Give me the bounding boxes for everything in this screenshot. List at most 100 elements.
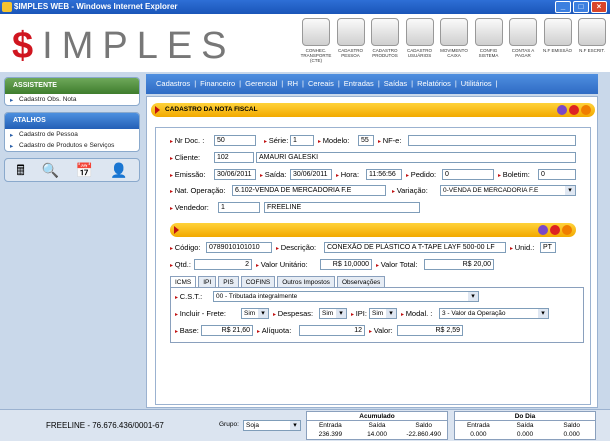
toolbar-button-5[interactable]: CONFIG SISTEMA	[473, 18, 505, 70]
minimize-button[interactable]: _	[555, 1, 571, 13]
boletim-label: Boletim:	[498, 170, 530, 179]
toolbar-button-6[interactable]: CONTAS A PAGAR	[507, 18, 539, 70]
valor-unitario-input[interactable]: R$ 10,0000	[320, 259, 372, 270]
invoice-icon	[543, 18, 572, 46]
vendedor-label: Vendedor:	[170, 203, 209, 212]
menu-item[interactable]: Cereais	[308, 79, 334, 88]
ie-icon	[2, 2, 12, 12]
tax-tabs: ICMS IPI PIS COFINS Outros Impostos Obse…	[170, 276, 386, 287]
qtd-input[interactable]: 2	[194, 259, 252, 270]
boletim-input[interactable]: 0	[538, 169, 576, 180]
modal-select[interactable]: 3 - Valor da Operação	[439, 308, 549, 319]
cst-select[interactable]: 00 - Tributada integralmente	[213, 291, 479, 302]
cliente-code-input[interactable]: 102	[214, 152, 254, 163]
sidebar-item-cadastro-obs-nota[interactable]: Cadastro Obs. Nota	[5, 94, 139, 105]
despesas-select[interactable]: Sim	[319, 308, 347, 319]
box-icon	[371, 18, 399, 46]
serie-input[interactable]: 1	[290, 135, 314, 146]
toolbar-button-2[interactable]: CADASTRO PRODUTOS	[369, 18, 401, 70]
window-title: $IMPLES WEB - Windows Internet Explorer	[14, 2, 178, 11]
up-icon[interactable]	[557, 105, 567, 115]
hora-input[interactable]: 11:56:56	[366, 169, 402, 180]
calculator-icon[interactable]: 🖩	[16, 162, 24, 178]
menu-item[interactable]: RH	[287, 79, 298, 88]
aliquota-input[interactable]: 12	[299, 325, 365, 336]
menu-separator: |	[239, 79, 242, 88]
sidebar: ASSISTENTE Cadastro Obs. Nota ATALHOS Ca…	[4, 77, 140, 182]
valor-input[interactable]: R$ 2,59	[397, 325, 463, 336]
toolbar-button-0[interactable]: CONHEC. TRANSPORTE (CTE)	[300, 18, 332, 70]
variacao-select[interactable]: 0-VENDA DE MERCADORIA F.E	[440, 185, 576, 196]
unid-input[interactable]: PT	[540, 242, 556, 253]
calendar-icon[interactable]: 📅	[76, 162, 93, 178]
menu-item[interactable]: Gerencial	[245, 79, 277, 88]
descricao-input[interactable]: CONEXÃO DE PLÁSTICO A T-TAPE LAYF 500-00…	[324, 242, 506, 253]
tab-cofins[interactable]: COFINS	[240, 276, 276, 287]
item-close-icon[interactable]	[550, 225, 560, 235]
menu-item[interactable]: Utilitários	[461, 79, 492, 88]
valor-total-label: Valor Total:	[376, 260, 418, 269]
cliente-name-input[interactable]: AMAURI GALESKI	[256, 152, 576, 163]
grupo-select[interactable]: Soja	[243, 420, 301, 431]
section-header: CADASTRO DA NOTA FISCAL	[151, 103, 595, 117]
vendedor-name-input[interactable]: FREELINE	[264, 202, 420, 213]
toolbar-button-4[interactable]: MOVIMENTO CAIXA	[438, 18, 470, 70]
menu-separator: |	[302, 79, 304, 88]
vendedor-code-input[interactable]: 1	[218, 202, 260, 213]
modelo-input[interactable]: 55	[358, 135, 374, 146]
tab-icms[interactable]: ICMS	[170, 276, 197, 287]
tab-outros-impostos[interactable]: Outros Impostos	[277, 276, 335, 287]
base-input[interactable]: R$ 21,60	[201, 325, 253, 336]
close-icon[interactable]	[569, 105, 579, 115]
menu-item[interactable]: Entradas	[344, 79, 374, 88]
toolbar-button-1[interactable]: CADASTRO PESSOA	[335, 18, 367, 70]
item-up-icon[interactable]	[538, 225, 548, 235]
back-icon[interactable]	[581, 105, 591, 115]
nfe-input[interactable]	[408, 135, 576, 146]
pedido-input[interactable]: 0	[442, 169, 494, 180]
menu-item[interactable]: Relatórios	[417, 79, 451, 88]
panel-assistente-title: ASSISTENTE	[5, 78, 139, 94]
window-titlebar: $IMPLES WEB - Windows Internet Explorer …	[0, 0, 610, 14]
codigo-input[interactable]: 0789010101010	[206, 242, 272, 253]
toolbar-label: MOVIMENTO CAIXA	[440, 48, 468, 58]
toolbar-button-7[interactable]: N.F EMISSÃO	[542, 18, 574, 70]
valor-label: Valor:	[369, 326, 393, 335]
hora-label: Hora:	[336, 170, 359, 179]
shortcut-icons: 🖩 🔍 📅 👤	[4, 158, 140, 182]
user-icon[interactable]: 👤	[110, 162, 127, 178]
toolbar-label: CADASTRO PRODUTOS	[372, 48, 398, 58]
emissao-input[interactable]: 30/06/2011	[214, 169, 256, 180]
toolbar-button-3[interactable]: CADASTRO USUÁRIOS	[404, 18, 436, 70]
dia-saldo-label: Saldo	[563, 422, 580, 429]
acc-saldo-label: Saldo	[415, 422, 432, 429]
frete-select[interactable]: Sim	[241, 308, 269, 319]
menu-item[interactable]: Saídas	[384, 79, 407, 88]
tab-ipi[interactable]: IPI	[198, 276, 217, 287]
modal-label: Modal. :	[401, 309, 433, 318]
acumulado-box: Acumulado Entrada Saída Saldo 236.399 14.00…	[306, 411, 448, 440]
nr-doc-input[interactable]: 50	[214, 135, 256, 146]
close-button[interactable]: ×	[591, 1, 607, 13]
sidebar-item-cadastro-pessoa[interactable]: Cadastro de Pessoa	[5, 129, 139, 140]
menu-item[interactable]: Cadastros	[156, 79, 190, 88]
tab-pis[interactable]: PIS	[218, 276, 239, 287]
sidebar-item-cadastro-produtos[interactable]: Cadastro de Produtos e Serviços	[5, 140, 139, 151]
ipi-select[interactable]: Sim	[369, 308, 397, 319]
valor-unitario-label: Valor Unitário:	[256, 260, 308, 269]
toolbar-button-8[interactable]: N.F ESCRIT.	[576, 18, 608, 70]
user-icon	[405, 18, 434, 46]
item-back-icon[interactable]	[562, 225, 572, 235]
saida-input[interactable]: 30/06/2011	[290, 169, 332, 180]
truck-icon	[302, 18, 330, 46]
valor-total-input[interactable]: R$ 20,00	[424, 259, 494, 270]
toolbar-label: N.F EMISSÃO	[542, 48, 572, 53]
menu-separator: |	[411, 79, 414, 88]
tab-observacoes[interactable]: Observações	[336, 276, 386, 287]
nat-operacao-input[interactable]: 6.102-VENDA DE MERCADORIA F.E	[232, 185, 386, 196]
section-title: CADASTRO DA NOTA FISCAL	[165, 106, 258, 113]
search-icon[interactable]: 🔍	[42, 162, 59, 178]
dia-entrada-label: Entrada	[466, 422, 490, 429]
menu-item[interactable]: Financeiro	[200, 79, 235, 88]
maximize-button[interactable]: □	[573, 1, 589, 13]
